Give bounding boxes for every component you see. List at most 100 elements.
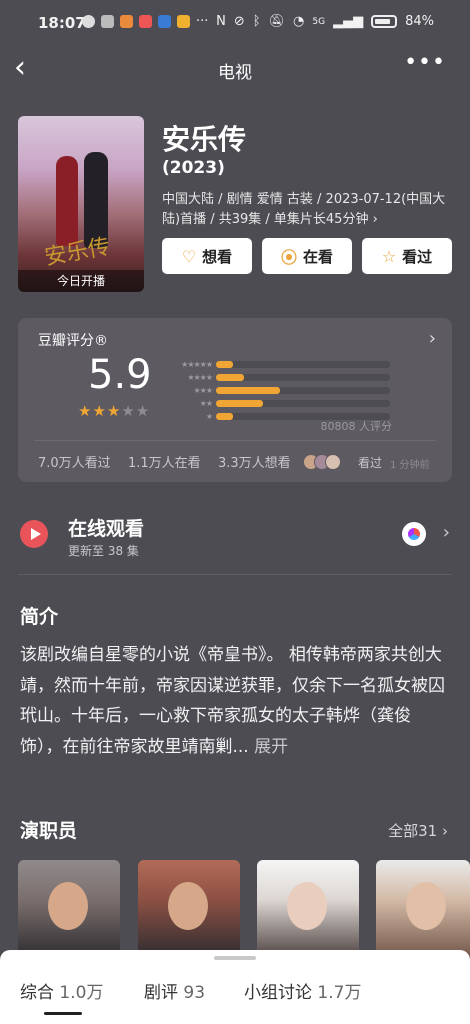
app-icon <box>120 15 133 28</box>
star-icon: ★ <box>135 402 151 420</box>
vibrate-icon: ⊘ <box>233 14 245 29</box>
rating-bar-track <box>216 360 390 368</box>
app-icon <box>158 15 171 28</box>
watching-count[interactable]: 1.1万人在看 <box>128 452 201 471</box>
tab-reviews[interactable]: 剧评 93 <box>144 978 205 1003</box>
watched-button[interactable]: ☆ 看过 <box>362 238 452 274</box>
message-icon <box>101 15 114 28</box>
tab-label: 综合 <box>20 983 54 1003</box>
watch-subtitle: 更新至 38 集 <box>68 544 139 558</box>
app-icon <box>139 15 152 28</box>
heart-plus-icon: ♡ <box>181 246 197 266</box>
more-notifications-icon: ··· <box>196 14 209 29</box>
watching-button[interactable]: ⦿ 在看 <box>262 238 352 274</box>
watching-label: 在看 <box>303 247 334 266</box>
action-buttons: ♡ 想看 ⦿ 在看 ☆ 看过 <box>162 238 452 274</box>
tab-label: 剧评 <box>144 983 178 1003</box>
star-icon: ★ <box>92 402 107 420</box>
rating-bar-label: ★★★ <box>193 385 213 395</box>
bottom-tab-sheet: 综合 1.0万 剧评 93 小组讨论 1.7万 <box>0 950 470 1024</box>
nav-bar: ‹ 电视 ••• <box>0 46 470 92</box>
avatar <box>325 454 341 470</box>
intro-heading: 简介 <box>20 606 59 628</box>
cast-photo[interactable] <box>376 860 470 960</box>
intro-text[interactable]: 该剧改编自星零的小说《帝皇书》。 相传韩帝两家共创大靖，然而十年前，帝家因谋逆获… <box>20 640 456 762</box>
rating-bar-row: ★★ <box>168 398 418 410</box>
signal-icon: ▂▄▆ <box>333 14 364 29</box>
rating-bar-label: ★ <box>205 412 213 422</box>
eye-icon <box>82 15 95 28</box>
poster-badge: 今日开播 <box>18 270 144 292</box>
rating-label: 豆瓣评分® <box>38 333 108 349</box>
star-icon: ☆ <box>381 246 397 266</box>
poster-image[interactable]: 安乐传 今日开播 <box>18 116 144 292</box>
tab-label: 小组讨论 <box>244 983 312 1003</box>
page-title: 电视 <box>218 63 252 83</box>
rating-score: 5.9 <box>88 352 152 398</box>
tab-overview[interactable]: 综合 1.0万 <box>20 978 103 1003</box>
tab-count: 1.7万 <box>317 983 362 1003</box>
rating-bar-track <box>216 400 390 408</box>
friend-avatars[interactable] <box>303 454 341 470</box>
watch-title: 在线观看 <box>68 518 145 540</box>
watched-label: 看过 <box>402 247 433 266</box>
cast-heading: 演职员 <box>20 820 78 842</box>
tab-group-discussion[interactable]: 小组讨论 1.7万 <box>244 978 361 1003</box>
bluetooth-icon: ᛒ <box>252 14 261 29</box>
app-icon <box>177 15 190 28</box>
target-icon: ⦿ <box>280 248 297 267</box>
rating-distribution: ★★★★★ ★★★★ ★★★ ★★ ★ <box>168 358 418 424</box>
star-icon: ★ <box>121 402 136 420</box>
star-icon: ★ <box>106 402 122 420</box>
want-to-watch-button[interactable]: ♡ 想看 <box>162 238 252 274</box>
more-icon[interactable]: ••• <box>404 50 446 75</box>
star-icon: ★ <box>78 402 93 420</box>
system-icons: N ⊘ ᛒ 🔕︎ ◔ 5G ▂▄▆ 84% <box>216 14 434 29</box>
show-meta[interactable]: 中国大陆 / 剧情 爱情 古装 / 2023-07-12(中国大陆)首播 / 共… <box>162 190 452 230</box>
drag-handle[interactable] <box>214 956 256 960</box>
poster-title: 安乐传 <box>42 234 113 271</box>
cast-photo[interactable] <box>257 860 359 960</box>
cast-face <box>168 882 208 930</box>
status-time: 18:07 <box>38 14 86 32</box>
rating-bar-label: ★★★★★ <box>181 359 213 369</box>
rating-bar-track <box>216 386 390 394</box>
battery-icon <box>371 15 398 28</box>
friend-seen-time: 1 分钟前 <box>390 460 430 471</box>
want-count[interactable]: 3.3万人想看 <box>218 452 291 471</box>
rating-bar-label: ★★ <box>199 399 213 409</box>
rating-count: 80808 人评分 <box>320 420 393 433</box>
network-label: 5G <box>312 16 326 27</box>
status-bar: 18:07 ··· N ⊘ ᛒ 🔕︎ ◔ 5G ▂▄▆ 84% <box>0 0 470 46</box>
mute-icon: 🔕︎ <box>268 14 286 29</box>
want-label: 想看 <box>202 247 233 266</box>
rating-bar-label: ★★★★ <box>187 372 213 382</box>
youku-icon <box>402 522 426 546</box>
cast-all-link[interactable]: 全部31 › <box>388 820 448 841</box>
watched-count[interactable]: 7.0万人看过 <box>38 452 111 471</box>
rating-bar-fill <box>216 413 234 421</box>
wifi-icon: ◔ <box>293 14 305 29</box>
show-title: 安乐传 <box>162 123 247 156</box>
chevron-right-icon[interactable]: › <box>429 328 436 349</box>
cast-face <box>287 882 327 930</box>
active-tab-indicator <box>44 1012 82 1015</box>
tab-count: 1.0万 <box>59 983 104 1003</box>
cast-face <box>406 882 446 930</box>
cast-photo[interactable] <box>138 860 240 960</box>
divider <box>18 574 452 575</box>
rating-bar-fill <box>216 386 281 394</box>
rating-bar-track <box>216 373 390 381</box>
rating-card[interactable]: 豆瓣评分® › 5.9 ★★★★★ ★★★★★ ★★★★ ★★★ ★★ ★ 80808 … <box>18 318 452 482</box>
watch-online-row[interactable]: 在线观看 更新至 38 集 › <box>0 508 470 568</box>
expand-link[interactable]: 展开 <box>254 737 288 757</box>
rating-bar-row: ★★★★★ <box>168 358 418 370</box>
notification-icons: ··· <box>82 14 208 29</box>
rating-bar-fill <box>216 400 263 408</box>
divider <box>34 440 436 441</box>
chevron-right-icon: › <box>442 522 450 543</box>
tab-count: 93 <box>183 983 206 1003</box>
cast-photo[interactable] <box>18 860 120 960</box>
rating-bar-fill <box>216 360 234 368</box>
cast-face <box>48 882 88 930</box>
